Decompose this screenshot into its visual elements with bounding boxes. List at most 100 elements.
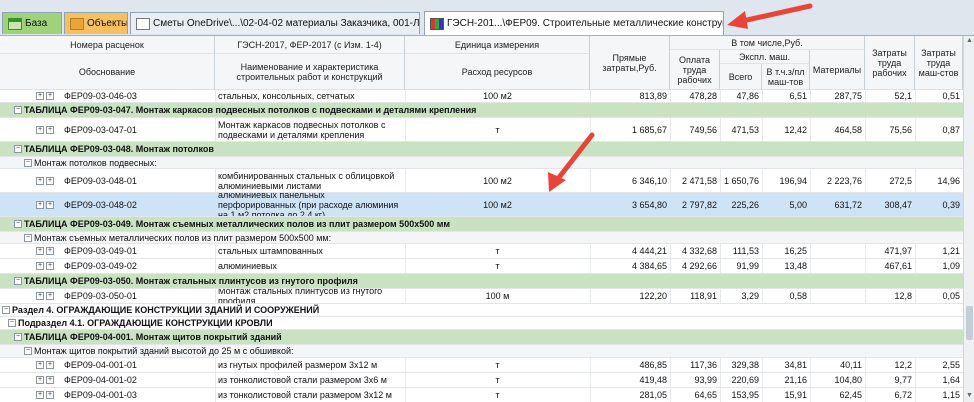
collapse-icon[interactable]: − [24,347,32,355]
expand-icon[interactable]: + [46,292,54,300]
cell-code: + + ФЕР09-03-049-02 [36,259,214,273]
expand-icon[interactable]: + [36,262,44,270]
header-name-bottom[interactable]: Наименование и характеристика строительн… [215,54,405,90]
header-unit-bottom[interactable]: Расход ресурсов [405,54,590,90]
tab-label: ГЭСН-201...\ФЕР09. Строительные металлич… [447,18,724,29]
expand-icon[interactable]: + [36,125,44,134]
header-code-bottom[interactable]: Обоснование [0,54,215,90]
group-row[interactable]: − Монтаж потолков подвесных: [0,157,963,169]
collapse-icon[interactable]: − [14,145,22,153]
code-text: ФЕР09-03-049-02 [64,261,137,271]
tab-strip: База Объекты Сметы OneDrive\...\02-04-02… [0,0,974,36]
tab-estimates[interactable]: Сметы OneDrive\...\02-04-02 материалы За… [130,12,420,34]
cell-direct: 1 685,67 [631,124,667,135]
group-label: − ТАБЛИЦА ФЕР09-03-047. Монтаж каркасов п… [14,103,940,117]
group-row[interactable]: − ТАБЛИЦА ФЕР09-03-048. Монтаж потолков [0,142,963,157]
expand-icon[interactable]: + [36,361,44,369]
cell-direct: 486,85 [639,360,667,370]
expand-icon[interactable]: + [46,125,54,134]
group-text: Монтаж щитов покрытий зданий высотой до … [34,346,294,356]
tab-fer09[interactable]: ГЭСН-201...\ФЕР09. Строительные металлич… [424,11,724,35]
tab-objects[interactable]: Объекты [64,12,128,34]
cell-direct: 4 444,21 [631,246,667,256]
table-row[interactable]: + + ФЕР09-03-046-03 стальных, консольных, с… [0,90,963,103]
cell-mlabor: 14,96 [937,175,960,186]
table-row[interactable]: + + ФЕР09-04-001-01 из гнутых профилей разм… [0,358,963,373]
group-row[interactable]: − Раздел 4. ОГРАЖДАЮЩИЕ КОНСТРУКЦИИ ЗДАНИ… [0,304,963,317]
cell-name: стальных, консольных, сетчатых [218,91,355,101]
cell-code: + + ФЕР09-03-047-01 [36,118,214,141]
group-row[interactable]: − Подраздел 4.1. ОГРАЖДАЮЩИЕ КОНСТРУКЦИИ … [0,317,963,330]
header-materials[interactable]: Материалы [810,50,865,90]
group-label: − ТАБЛИЦА ФЕР09-03-050. Монтаж стальных п… [14,274,940,288]
header-labor-pay[interactable]: Оплата труда рабочих [670,50,720,90]
header-name-top[interactable]: ГЭСН-2017, ФЕР-2017 (с Изм. 1-4) [215,36,405,54]
cell-mat: 464,58 [834,124,862,135]
table-row[interactable]: + + ФЕР09-03-049-02 алюминиевых т 4 384,65 4 2… [0,259,963,274]
cell-mach_pay: 6,51 [789,91,807,101]
collapse-icon[interactable]: − [24,233,32,242]
expand-icon[interactable]: + [46,92,54,100]
collapse-icon[interactable]: − [14,220,22,228]
header-labor-cost[interactable]: Затраты труда рабочих [865,36,915,90]
collapse-icon[interactable]: − [8,319,16,327]
group-row[interactable]: − ТАБЛИЦА ФЕР09-03-050. Монтаж стальных п… [0,274,963,289]
cell-unit: 100 м2 [483,91,512,101]
cell-labor: 6,72 [894,390,912,400]
collapse-icon[interactable]: − [14,277,22,285]
collapse-icon[interactable]: − [24,158,32,167]
header-mach-total[interactable]: Всего [720,64,762,90]
header-code-top[interactable]: Номера расценок [0,36,215,54]
table-row[interactable]: + + ФЕР09-03-048-01 комбинированных стальны… [0,169,963,193]
expand-icon[interactable]: + [46,262,54,270]
expand-icon[interactable]: + [46,176,54,185]
collapse-icon[interactable]: − [14,333,22,341]
cell-unit: т [495,375,500,385]
group-row[interactable]: − Монтаж съемных металлических полов из п… [0,232,963,244]
table-row[interactable]: + + ФЕР09-04-001-02 из тонколистовой стали … [0,373,963,388]
header-mach-incl[interactable]: В т.ч.з/пл маш-тов [762,64,810,90]
collapse-icon[interactable]: − [2,306,10,314]
cell-pay: 117,36 [690,360,717,370]
collapse-icon[interactable]: − [14,106,22,114]
cell-code: + + ФЕР09-04-001-01 [36,358,214,372]
expand-icon[interactable]: + [36,247,44,255]
expand-icon[interactable]: + [36,292,44,300]
group-text: Монтаж съемных металлических полов из пл… [34,232,332,243]
expand-icon[interactable]: + [46,376,54,384]
table-row[interactable]: + + ФЕР09-03-047-01 Монтаж каркасов подвесн… [0,118,963,142]
vertical-scrollbar[interactable]: ▲ ▼ [963,36,974,402]
table-row[interactable]: + + ФЕР09-03-049-01 стальных штампованных т 4… [0,244,963,259]
group-row[interactable]: − ТАБЛИЦА ФЕР09-03-047. Монтаж каркасов п… [0,103,963,118]
expand-icon[interactable]: + [46,391,54,399]
scrollbar-thumb[interactable] [966,306,973,340]
cell-labor: 308,47 [884,199,912,210]
cell-labor: 9,77 [894,375,912,385]
group-label: − ТАБЛИЦА ФЕР09-03-049. Монтаж съемных ме… [14,217,940,231]
expand-icon[interactable]: + [36,391,44,399]
expand-icon[interactable]: + [46,200,54,209]
group-text: Раздел 4. ОГРАЖДАЮЩИЕ КОНСТРУКЦИИ ЗДАНИЙ… [12,305,320,315]
group-row[interactable]: − Монтаж щитов покрытий зданий высотой до… [0,345,963,358]
group-row[interactable]: − ТАБЛИЦА ФЕР09-03-049. Монтаж съемных ме… [0,217,963,232]
header-unit-top[interactable]: Единица измерения [405,36,590,54]
table-row[interactable]: + + ФЕР09-03-048-02 алюминиевых панельных п… [0,193,963,217]
expand-icon[interactable]: + [36,92,44,100]
expand-icon[interactable]: + [46,247,54,255]
cell-labor: 52,1 [894,91,912,101]
tab-base[interactable]: База [2,12,62,34]
expand-icon[interactable]: + [36,376,44,384]
scroll-down-icon[interactable]: ▼ [965,392,974,401]
expand-icon[interactable]: + [36,200,44,209]
cell-name: Монтаж каркасов подвесных потолков с под… [218,119,386,140]
scroll-up-icon[interactable]: ▲ [965,37,974,46]
header-mach-labor[interactable]: Затраты труда маш-стов [915,36,963,90]
header-direct[interactable]: Прямые затраты,Руб. [590,36,670,90]
table-row[interactable]: + + ФЕР09-04-001-03 из тонколистовой стали … [0,388,963,402]
group-row[interactable]: − ТАБЛИЦА ФЕР09-04-001. Монтаж щитов покр… [0,330,963,345]
expand-icon[interactable]: + [46,361,54,369]
table-row[interactable]: + + ФЕР09-03-050-01 Монтаж стальных плинтус… [0,289,963,304]
cell-mach_pay: 34,81 [784,360,807,370]
cell-mat: 2 223,76 [826,175,862,186]
expand-icon[interactable]: + [36,176,44,185]
